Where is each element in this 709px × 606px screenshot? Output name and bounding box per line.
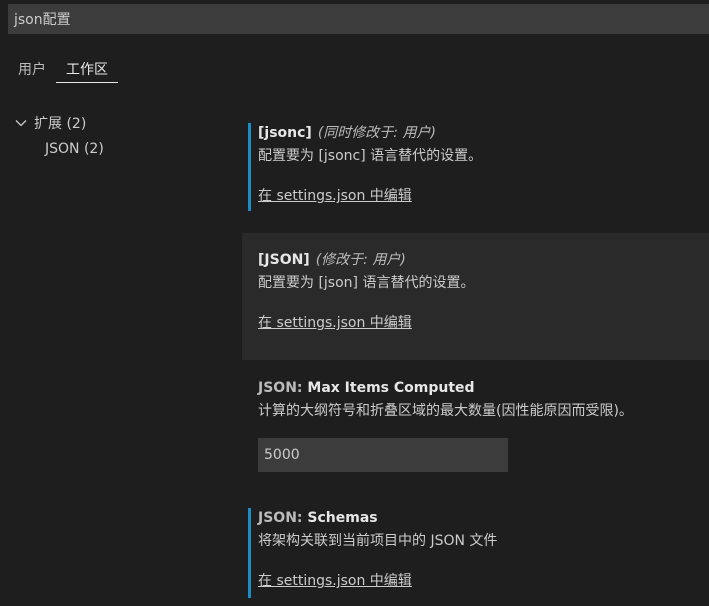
setting-modified-label[interactable]: (同时修改于: 用户) — [318, 125, 436, 141]
settings-toc: 扩展 (2) JSON (2) — [14, 110, 104, 162]
edit-in-settings-json-link[interactable]: 在 settings.json 中编辑 — [258, 185, 412, 205]
setting-title: JSON: Max Items Computed — [258, 378, 709, 398]
setting-name: Max Items Computed — [307, 380, 475, 396]
search-value: json配置 — [14, 12, 71, 28]
edit-in-settings-json-link[interactable]: 在 settings.json 中编辑 — [258, 312, 412, 332]
setting-title: [jsonc] (同时修改于: 用户) — [258, 123, 709, 143]
setting-schemas: JSON: Schemas 将架构关联到当前项目中的 JSON 文件 在 set… — [242, 505, 709, 606]
setting-json: [JSON] (修改于: 用户) 配置要为 [json] 语言替代的设置。 在 s… — [242, 233, 709, 360]
toc-item-json[interactable]: JSON (2) — [14, 136, 104, 162]
modified-indicator — [248, 508, 251, 598]
tab-user[interactable]: 用户 — [8, 55, 56, 83]
setting-description: 计算的大纲符号和折叠区域的最大数量(因性能原因而受限)。 — [258, 403, 633, 419]
toc-item-extensions[interactable]: 扩展 (2) — [14, 110, 104, 136]
setting-category: JSON: — [258, 380, 308, 396]
chevron-down-icon — [15, 120, 27, 127]
settings-search-input[interactable]: json配置 — [8, 4, 709, 34]
setting-category: JSON: — [258, 510, 308, 526]
setting-jsonc: [jsonc] (同时修改于: 用户) 配置要为 [jsonc] 语言替代的设置。… — [242, 118, 709, 218]
setting-name: Schemas — [307, 510, 378, 526]
setting-title: [JSON] (修改于: 用户) — [258, 250, 709, 270]
setting-modified-label[interactable]: (修改于: 用户) — [316, 252, 406, 268]
edit-in-settings-json-link[interactable]: 在 settings.json 中编辑 — [258, 570, 412, 590]
setting-name: [JSON] — [258, 252, 310, 268]
setting-description: 配置要为 [jsonc] 语言替代的设置。 — [258, 148, 483, 164]
setting-description: 将架构关联到当前项目中的 JSON 文件 — [258, 533, 498, 549]
modified-indicator — [248, 123, 251, 211]
settings-scope-tabs: 用户 工作区 — [8, 55, 118, 89]
setting-description: 配置要为 [json] 语言替代的设置。 — [258, 275, 475, 291]
setting-max-items-computed: JSON: Max Items Computed 计算的大纲符号和折叠区域的最大… — [242, 378, 709, 478]
setting-title: JSON: Schemas — [258, 508, 709, 528]
max-items-input[interactable] — [258, 438, 508, 472]
toc-item-extensions-label: 扩展 (2) — [34, 116, 87, 132]
tab-workspace[interactable]: 工作区 — [56, 55, 118, 83]
setting-name: [jsonc] — [258, 125, 312, 141]
